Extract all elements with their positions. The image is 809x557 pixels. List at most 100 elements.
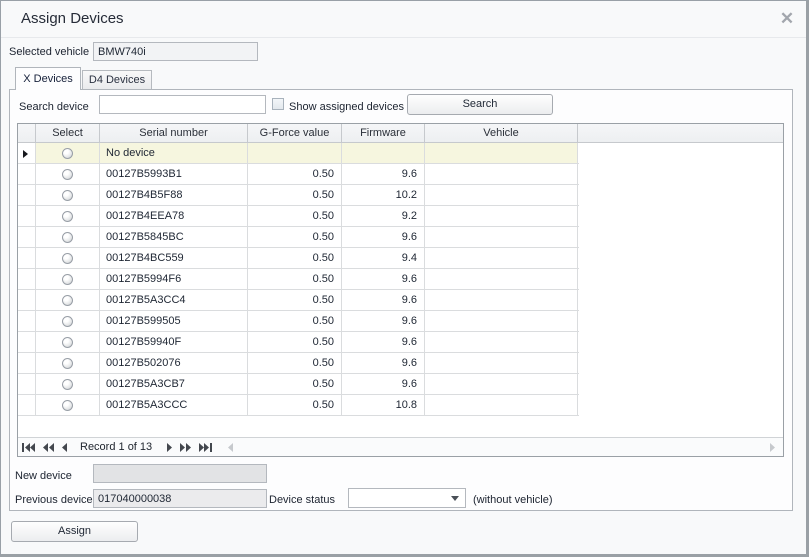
vehicle-cell xyxy=(425,374,578,394)
show-assigned-checkbox[interactable] xyxy=(272,98,284,110)
scroll-left-icon[interactable] xyxy=(224,438,238,456)
select-cell xyxy=(36,395,100,415)
table-row[interactable]: 00127B4EEA78 0.50 9.2 xyxy=(18,206,579,227)
assign-devices-dialog: Assign Devices ✕ Selected vehicle X Devi… xyxy=(0,0,809,557)
serial-number-cell: 00127B4BC559 xyxy=(100,248,248,268)
device-status-dropdown[interactable] xyxy=(348,488,466,508)
column-header-serial-number[interactable]: Serial number xyxy=(100,124,248,142)
gforce-value-cell: 0.50 xyxy=(248,227,342,247)
select-cell xyxy=(36,353,100,373)
serial-number-cell: 00127B502076 xyxy=(100,353,248,373)
serial-number-cell: 00127B5845BC xyxy=(100,227,248,247)
device-radio[interactable] xyxy=(62,253,73,264)
previous-device-field[interactable] xyxy=(93,489,267,508)
gforce-value-cell: 0.50 xyxy=(248,269,342,289)
device-radio[interactable] xyxy=(62,358,73,369)
table-row[interactable]: 00127B5845BC 0.50 9.6 xyxy=(18,227,579,248)
search-button[interactable]: Search xyxy=(407,94,553,115)
last-record-button[interactable] xyxy=(195,438,216,456)
table-row[interactable]: 00127B5993B1 0.50 9.6 xyxy=(18,164,579,185)
previous-page-button[interactable] xyxy=(39,438,58,456)
select-cell xyxy=(36,332,100,352)
firmware-cell: 9.4 xyxy=(342,248,425,268)
table-row[interactable]: 00127B4B5F88 0.50 10.2 xyxy=(18,185,579,206)
serial-number-cell: 00127B5A3CCC xyxy=(100,395,248,415)
device-radio[interactable] xyxy=(62,295,73,306)
vehicle-cell xyxy=(425,164,578,184)
serial-number-cell: 00127B4B5F88 xyxy=(100,185,248,205)
select-cell xyxy=(36,374,100,394)
table-row[interactable]: 00127B5A3CB7 0.50 9.6 xyxy=(18,374,579,395)
row-indicator-cell xyxy=(18,269,36,289)
select-cell xyxy=(36,269,100,289)
show-assigned-label: Show assigned devices xyxy=(289,101,404,113)
previous-record-button[interactable] xyxy=(58,438,72,456)
firmware-cell xyxy=(342,143,425,163)
new-device-field[interactable] xyxy=(93,464,267,483)
row-indicator-cell xyxy=(18,332,36,352)
table-row[interactable]: No device xyxy=(18,143,579,164)
scroll-right-icon[interactable] xyxy=(765,438,779,456)
tab-d4-devices[interactable]: D4 Devices xyxy=(82,70,152,90)
column-header-filler xyxy=(578,124,783,142)
table-row[interactable]: 00127B599505 0.50 9.6 xyxy=(18,311,579,332)
firmware-cell: 10.8 xyxy=(342,395,425,415)
gforce-value-cell: 0.50 xyxy=(248,248,342,268)
table-row[interactable]: 00127B5994F6 0.50 9.6 xyxy=(18,269,579,290)
table-row[interactable]: 00127B5A3CCC 0.50 10.8 xyxy=(18,395,579,416)
select-cell xyxy=(36,185,100,205)
vehicle-cell xyxy=(425,185,578,205)
table-row[interactable]: 00127B502076 0.50 9.6 xyxy=(18,353,579,374)
dialog-title: Assign Devices xyxy=(21,10,124,27)
row-indicator-cell xyxy=(18,206,36,226)
table-row[interactable]: 00127B5A3CC4 0.50 9.6 xyxy=(18,290,579,311)
gforce-value-cell: 0.50 xyxy=(248,164,342,184)
device-radio[interactable] xyxy=(62,169,73,180)
next-page-button[interactable] xyxy=(176,438,195,456)
current-row-arrow-icon xyxy=(23,150,28,158)
select-cell xyxy=(36,206,100,226)
row-indicator-cell xyxy=(18,227,36,247)
row-indicator-cell xyxy=(18,164,36,184)
gforce-value-cell xyxy=(248,143,342,163)
device-radio[interactable] xyxy=(62,211,73,222)
select-cell xyxy=(36,290,100,310)
header-indicator-cell xyxy=(18,124,36,142)
table-row[interactable]: 00127B4BC559 0.50 9.4 xyxy=(18,248,579,269)
search-input[interactable] xyxy=(99,95,266,114)
table-row[interactable]: 00127B59940F 0.50 9.6 xyxy=(18,332,579,353)
gforce-value-cell: 0.50 xyxy=(248,374,342,394)
firmware-cell: 9.6 xyxy=(342,332,425,352)
column-header-gforce-value[interactable]: G-Force value xyxy=(248,124,342,142)
assign-button[interactable]: Assign xyxy=(11,521,138,542)
device-radio[interactable] xyxy=(62,400,73,411)
device-radio[interactable] xyxy=(62,274,73,285)
select-cell xyxy=(36,143,100,163)
row-indicator-cell xyxy=(18,143,36,163)
vehicle-cell xyxy=(425,227,578,247)
tab-x-devices[interactable]: X Devices xyxy=(15,67,81,90)
selected-vehicle-field[interactable] xyxy=(93,42,258,61)
vehicle-cell xyxy=(425,311,578,331)
gforce-value-cell: 0.50 xyxy=(248,332,342,352)
firmware-cell: 9.6 xyxy=(342,164,425,184)
device-radio[interactable] xyxy=(62,379,73,390)
vehicle-cell xyxy=(425,269,578,289)
row-indicator-cell xyxy=(18,374,36,394)
column-header-vehicle[interactable]: Vehicle xyxy=(425,124,578,142)
first-record-button[interactable] xyxy=(18,438,39,456)
select-cell xyxy=(36,311,100,331)
gforce-value-cell: 0.50 xyxy=(248,311,342,331)
column-header-firmware[interactable]: Firmware xyxy=(342,124,425,142)
devices-grid: Select Serial number G-Force value Firmw… xyxy=(17,123,784,457)
select-cell xyxy=(36,227,100,247)
device-radio[interactable] xyxy=(62,232,73,243)
close-icon[interactable]: ✕ xyxy=(775,7,799,31)
device-radio[interactable] xyxy=(62,148,73,159)
gforce-value-cell: 0.50 xyxy=(248,395,342,415)
column-header-select[interactable]: Select xyxy=(36,124,100,142)
device-radio[interactable] xyxy=(62,190,73,201)
device-radio[interactable] xyxy=(62,316,73,327)
next-record-button[interactable] xyxy=(162,438,176,456)
device-radio[interactable] xyxy=(62,337,73,348)
